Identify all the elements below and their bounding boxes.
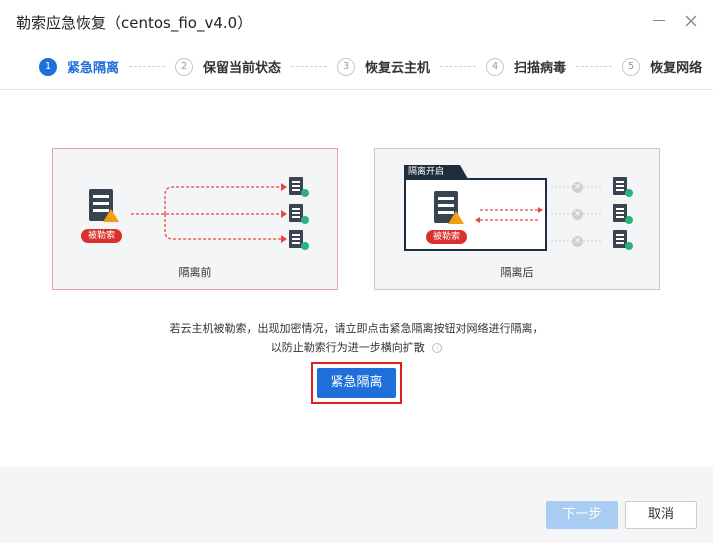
description-line-2-wrap: 以防止勒索行为进一步横向扩散 i [0, 338, 713, 357]
description: 若云主机被勒索，出现加密情况，请立即点击紧急隔离按钮对网络进行隔离， 以防止勒索… [0, 319, 713, 357]
step-number: 1 [39, 57, 57, 76]
diagram-caption: 隔离前 [178, 266, 212, 279]
status-ok-icon [625, 242, 633, 250]
step-number: 2 [175, 57, 194, 76]
step-1: 1 紧急隔离 [39, 57, 119, 76]
step-label: 恢复云主机 [365, 61, 431, 76]
stepper: 1 紧急隔离 2 保留当前状态 3 恢复云主机 4 扫描病毒 5 恢复网络 [0, 44, 713, 90]
close-icon[interactable] [683, 13, 699, 29]
description-line-2: 以防止勒索行为进一步横向扩散 [270, 341, 425, 354]
info-icon[interactable]: i [432, 343, 443, 353]
minimize-icon[interactable] [653, 20, 665, 21]
blocked-icon: × [572, 209, 583, 220]
status-ok-icon [625, 189, 633, 197]
diagram-caption: 隔离后 [500, 266, 534, 279]
step-3: 3 恢复云主机 [337, 57, 430, 76]
status-ok-icon [625, 216, 633, 224]
step-4: 4 扫描病毒 [486, 57, 566, 76]
step-5: 5 恢复网络 [622, 57, 702, 76]
step-number: 3 [337, 57, 356, 76]
dialog: 勒索应急恢复（centos_fio_v4.0） 1 紧急隔离 2 保留当前状态 … [0, 0, 713, 543]
blocked-icon: × [572, 182, 583, 193]
step-label: 保留当前状态 [203, 61, 282, 76]
blocked-arrows-icon [475, 207, 543, 223]
emergency-isolate-button[interactable]: 紧急隔离 [317, 368, 396, 398]
blocked-icon: × [572, 236, 583, 247]
next-step-button[interactable]: 下一步 [546, 501, 618, 529]
step-label: 紧急隔离 [67, 61, 120, 76]
step-label: 恢复网络 [650, 61, 703, 76]
isolation-boundary: 被勒索 [404, 178, 547, 251]
status-ok-icon [301, 189, 309, 197]
step-connector [129, 66, 166, 67]
status-ok-icon [301, 216, 309, 224]
cancel-button[interactable]: 取消 [625, 501, 697, 529]
step-number: 5 [622, 57, 641, 76]
step-connector [291, 66, 328, 67]
status-ok-icon [301, 242, 309, 250]
step-connector [440, 66, 477, 67]
step-connector [576, 66, 613, 67]
step-number: 4 [486, 57, 505, 76]
description-line-1: 若云主机被勒索，出现加密情况，请立即点击紧急隔离按钮对网络进行隔离， [169, 322, 544, 335]
step-2: 2 保留当前状态 [175, 57, 281, 76]
dialog-header: 勒索应急恢复（centos_fio_v4.0） [0, 0, 713, 44]
dialog-title: 勒索应急恢复（centos_fio_v4.0） [16, 13, 253, 32]
step-label: 扫描病毒 [514, 61, 567, 76]
diagram-after-isolation: 隔离开启 被勒索 × × × 隔离后 [374, 148, 660, 290]
diagram-before-isolation: 被勒索 隔离前 [52, 148, 338, 290]
isolation-on-tab: 隔离开启 [404, 165, 469, 179]
